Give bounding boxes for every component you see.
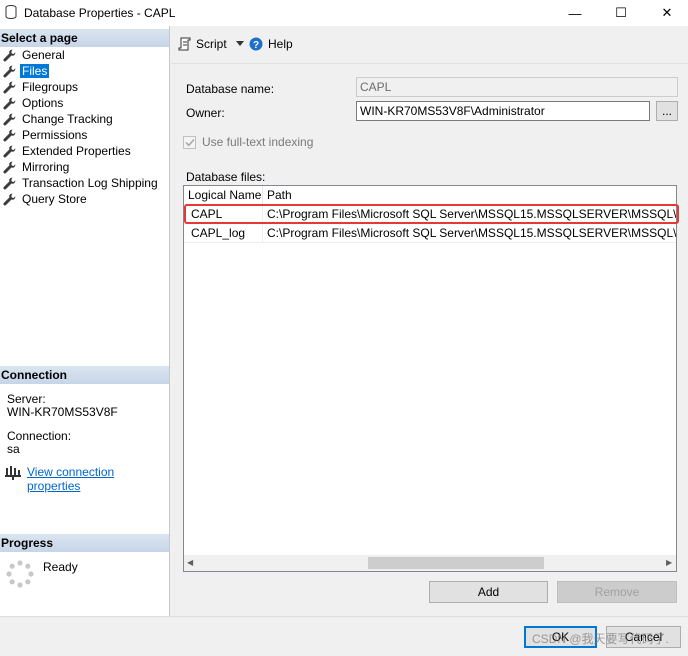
database-icon	[5, 5, 17, 19]
nav-item-label: Transaction Log Shipping	[22, 176, 158, 190]
progress-spinner-icon	[6, 560, 34, 588]
connection-value: sa	[7, 442, 20, 456]
wrench-icon	[3, 49, 16, 61]
checkmark-icon	[184, 138, 195, 146]
wrench-icon	[3, 177, 16, 189]
nav-item-label: Extended Properties	[22, 144, 131, 158]
wrench-icon	[3, 113, 16, 125]
connection-label: Connection:	[7, 429, 72, 443]
wrench-icon	[3, 161, 16, 173]
nav-item[interactable]: Query Store	[3, 191, 89, 207]
nav-item-label: General	[22, 48, 65, 62]
server-label: Server:	[7, 392, 46, 406]
nav-item[interactable]: Extended Properties	[3, 143, 133, 159]
wrench-icon	[3, 145, 16, 157]
wrench-icon	[3, 97, 16, 109]
add-button[interactable]: Add	[429, 581, 548, 603]
server-value: WIN-KR70MS53V8F	[7, 405, 118, 419]
nav-item[interactable]: Files	[3, 63, 50, 79]
logical-name-cell[interactable]: CAPL_log	[184, 224, 263, 243]
watermark-text: CSDN @我天要写代码了.	[532, 632, 669, 646]
wrench-icon	[3, 193, 16, 205]
nav-item-label: Permissions	[22, 128, 88, 142]
table-row[interactable]: CAPL_log C:\Program Files\Microsoft SQL …	[184, 224, 676, 243]
column-header-logical-name[interactable]: Logical Name	[184, 186, 263, 205]
fulltext-indexing-label: Use full-text indexing	[202, 135, 314, 149]
fulltext-indexing-row[interactable]: Use full-text indexing	[183, 135, 313, 149]
select-page-header: Select a page	[0, 29, 169, 47]
database-files-label: Database files:	[186, 170, 266, 184]
left-pane: Select a page General Files Filegroups Opti…	[0, 26, 170, 616]
owner-field[interactable]: WIN-KR70MS53V8F\Administrator	[356, 101, 650, 121]
view-connection-properties-link[interactable]: View connection properties	[27, 465, 169, 493]
nav-item[interactable]: Mirroring	[3, 159, 71, 175]
window-title: Database Properties - CAPL	[24, 6, 176, 20]
progress-status: Ready	[43, 560, 78, 574]
owner-label: Owner:	[186, 106, 225, 120]
nav-item-label: Filegroups	[22, 80, 79, 94]
nav-item[interactable]: Options	[3, 95, 65, 111]
nav-item-label: Mirroring	[22, 160, 70, 174]
help-button[interactable]: ? Help	[249, 37, 293, 51]
path-cell[interactable]: C:\Program Files\Microsoft SQL Server\MS…	[263, 205, 676, 224]
wrench-icon	[3, 65, 16, 77]
nav-item-label: Options	[22, 96, 64, 110]
nav-item[interactable]: Permissions	[3, 127, 89, 143]
nav-item[interactable]: Change Tracking	[3, 111, 115, 127]
column-header-path[interactable]: Path	[263, 186, 676, 205]
script-label: Script	[196, 37, 227, 51]
path-cell[interactable]: C:\Program Files\Microsoft SQL Server\MS…	[263, 224, 676, 243]
nav-item[interactable]: Transaction Log Shipping	[3, 175, 160, 191]
wrench-icon	[3, 81, 16, 93]
connection-header: Connection	[0, 366, 169, 384]
horizontal-scrollbar[interactable]: ◀ ▶	[184, 555, 676, 571]
maximize-icon: ☐	[615, 5, 627, 20]
scroll-left-icon[interactable]: ◀	[187, 558, 195, 568]
fulltext-indexing-checkbox[interactable]	[183, 135, 196, 149]
remove-button[interactable]: Remove	[557, 581, 677, 603]
nav-item-label: Change Tracking	[22, 112, 113, 126]
nav-item-label: Query Store	[22, 192, 87, 206]
progress-header: Progress	[0, 534, 169, 552]
close-icon: ✕	[661, 5, 673, 20]
connection-properties-icon	[5, 466, 21, 480]
scroll-right-icon[interactable]: ▶	[666, 558, 674, 568]
grid-header: Logical Name Path	[184, 186, 676, 205]
database-name-label: Database name:	[186, 82, 275, 96]
wrench-icon	[3, 129, 16, 141]
minimize-icon: —	[568, 5, 582, 21]
chevron-down-icon[interactable]	[235, 41, 244, 47]
toolbar: Script ? Help	[171, 26, 688, 64]
table-row[interactable]: CAPL C:\Program Files\Microsoft SQL Serv…	[184, 205, 676, 224]
browse-owner-button[interactable]: ...	[656, 101, 678, 121]
title-bar: Database Properties - CAPL — ☐ ✕	[0, 0, 688, 26]
database-files-grid[interactable]: Logical Name Path CAPL C:\Program Files\…	[183, 185, 677, 572]
close-button[interactable]: ✕	[644, 0, 688, 26]
svg-text:?: ?	[253, 40, 259, 51]
minimize-button[interactable]: —	[552, 0, 598, 26]
script-icon	[178, 37, 191, 51]
logical-name-cell[interactable]: CAPL	[184, 205, 263, 224]
help-label: Help	[268, 37, 293, 51]
scrollbar-thumb[interactable]	[368, 557, 544, 569]
nav-item[interactable]: General	[3, 47, 67, 63]
database-name-field: CAPL	[356, 77, 678, 97]
maximize-button[interactable]: ☐	[598, 0, 644, 26]
nav-item-label: Files	[20, 64, 50, 78]
script-button[interactable]: Script	[178, 37, 244, 51]
help-icon: ?	[249, 37, 263, 51]
nav-item[interactable]: Filegroups	[3, 79, 80, 95]
